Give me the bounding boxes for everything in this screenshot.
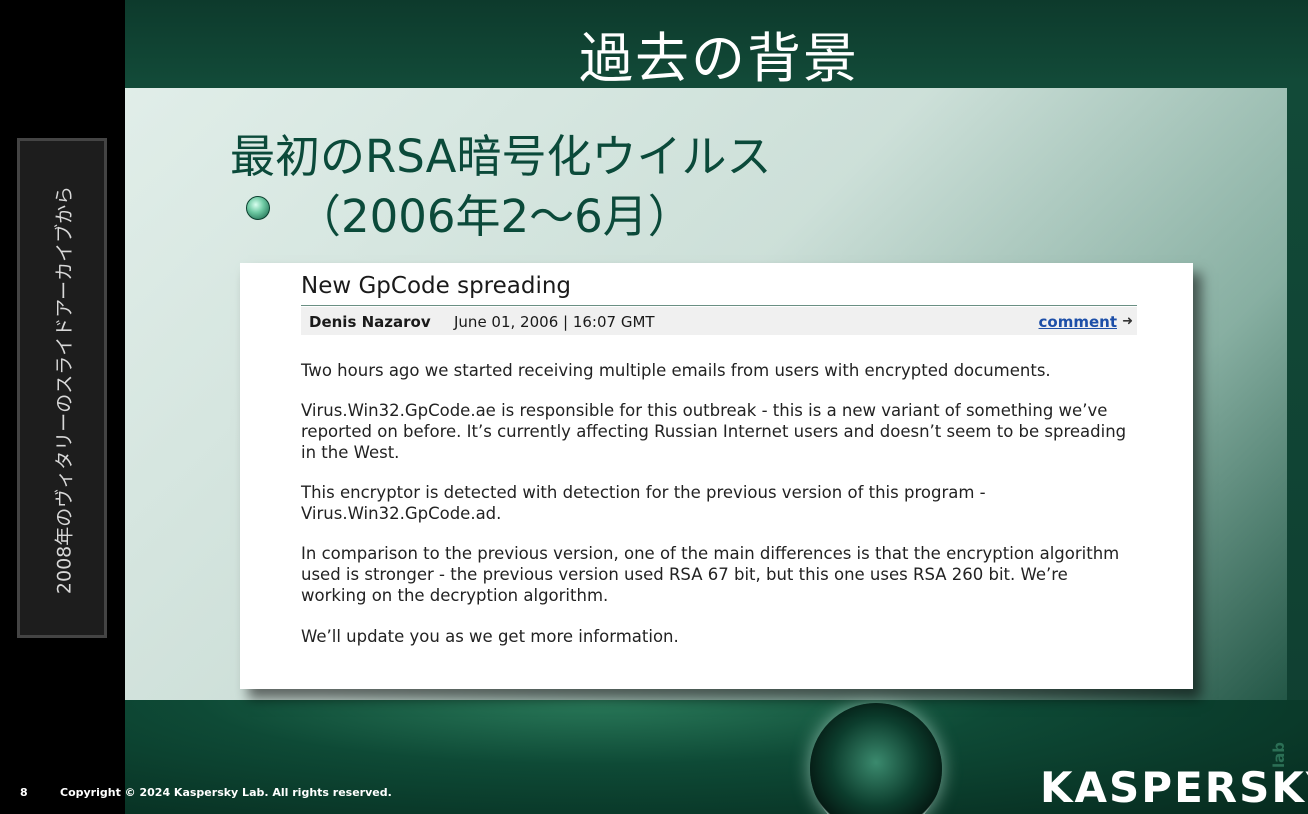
bullet-icon	[246, 196, 270, 220]
copyright-text: Copyright © 2024 Kaspersky Lab. All righ…	[60, 786, 392, 799]
article-title-rule	[301, 305, 1137, 306]
comment-link[interactable]: comment	[1039, 313, 1117, 331]
heading-line-1: 最初のRSA暗号化ウイルス	[230, 130, 772, 183]
article-paragraph: Two hours ago we started receiving multi…	[301, 361, 1051, 380]
slide-title: 過去の背景	[579, 27, 859, 90]
article-paragraph: Virus.Win32.GpCode.ae is responsible for…	[301, 401, 1127, 462]
article-meta-bar: Denis Nazarov June 01, 2006 | 16:07 GMT …	[301, 307, 1137, 335]
article-card: New GpCode spreading Denis Nazarov June …	[240, 263, 1193, 689]
kaspersky-logo: KASPERSKY	[1040, 763, 1308, 812]
article-paragraph: We’ll update you as we get more informat…	[301, 627, 679, 646]
page-number: 8	[20, 786, 28, 799]
side-panel-label: 2008年のヴィタリーのスライドアーカイブから	[53, 185, 76, 595]
heading-line-2: （2006年2～6月）	[296, 190, 693, 243]
article-author: Denis Nazarov	[309, 313, 431, 331]
arrow-right-icon[interactable]: ➜	[1122, 314, 1133, 329]
article-paragraph: In comparison to the previous version, o…	[301, 544, 1120, 605]
kaspersky-logo-lab: lab	[1270, 741, 1288, 768]
article-paragraph: This encryptor is detected with detectio…	[301, 483, 986, 523]
article-title: New GpCode spreading	[301, 273, 572, 299]
article-date: June 01, 2006 | 16:07 GMT	[454, 313, 655, 331]
